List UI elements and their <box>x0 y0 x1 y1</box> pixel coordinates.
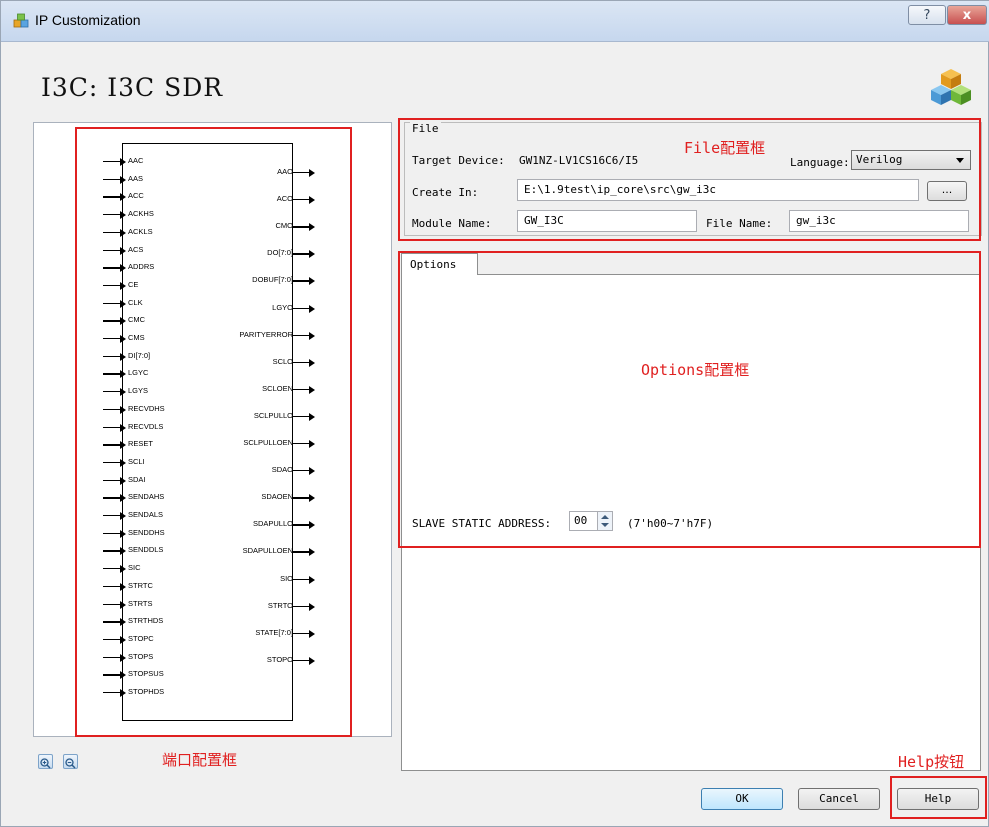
cancel-button[interactable]: Cancel <box>798 788 880 810</box>
ip-cubes-icon <box>931 69 971 105</box>
help-icon: ? <box>923 7 931 23</box>
port-box-annotation: 端口配置框 <box>162 751 238 769</box>
file-box-highlight <box>398 118 981 241</box>
window-close-button[interactable]: x <box>947 5 987 25</box>
zoom-in-button[interactable] <box>38 754 53 769</box>
close-icon: x <box>962 7 972 23</box>
help-button-annotation: Help按钮 <box>898 753 965 771</box>
window-help-button[interactable]: ? <box>908 5 946 25</box>
app-icon <box>13 13 29 28</box>
title-bar: IP Customization ? x <box>1 1 989 42</box>
options-box-highlight <box>398 251 981 548</box>
port-box-highlight <box>75 127 352 737</box>
window-title: IP Customization <box>35 12 141 28</box>
zoom-out-button[interactable] <box>63 754 78 769</box>
page-title: I3C: I3C SDR <box>41 73 224 102</box>
ok-button[interactable]: OK <box>701 788 783 810</box>
ip-customization-window: IP Customization ? x I3C: I3C SDR AAC AAS… <box>0 0 989 827</box>
zoom-in-icon <box>40 758 51 769</box>
help-button-highlight <box>890 776 987 819</box>
zoom-out-icon <box>65 758 76 769</box>
